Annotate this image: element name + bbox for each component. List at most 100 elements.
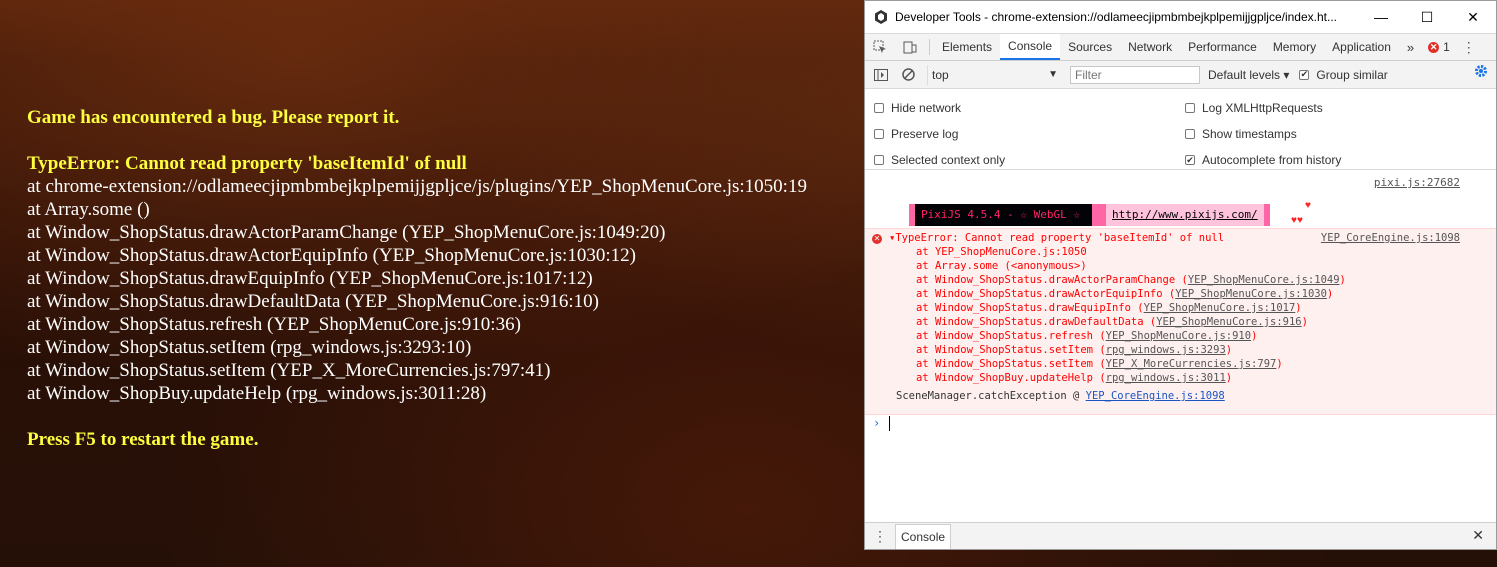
stack-frame: at Array.some (<anonymous>) [916,260,1087,272]
game-error-heading: Game has encountered a bug. Please repor… [27,107,400,128]
setting-hide-network[interactable]: Hide network [874,101,961,115]
error-title[interactable]: ▾TypeError: Cannot read property 'baseIt… [889,232,1224,244]
devtools-menu-icon[interactable]: ⋮ [1456,34,1482,60]
game-stack-line: at Window_ShopStatus.setItem (rpg_window… [27,337,472,358]
tab-elements[interactable]: Elements [934,34,1000,60]
console-input[interactable] [889,416,890,431]
pixi-url-link[interactable]: http://www.pixijs.com/ [1105,204,1264,226]
stack-frame-link[interactable]: YEP_ShopMenuCore.js:916 [1156,316,1301,328]
setting-selected-context[interactable]: Selected context only [874,153,1005,167]
devtools-window: Developer Tools - chrome-extension://odl… [864,0,1497,550]
stack-frame: at Window_ShopStatus.refresh (YEP_ShopMe… [916,330,1258,342]
stack-frame: at Window_ShopStatus.drawDefaultData (YE… [916,316,1308,328]
stack-frame: at YEP_ShopMenuCore.js:1050 [916,246,1087,258]
stack-frame: at Window_ShopStatus.drawEquipInfo (YEP_… [916,302,1302,314]
checkbox-icon[interactable] [874,129,884,139]
scene-manager-frame: SceneManager.catchException @ YEP_CoreEn… [896,390,1225,402]
checkbox-icon[interactable] [1185,129,1195,139]
console-output[interactable]: pixi.js:27682 PixiJS 4.5.4 - ☆ WebGL ☆ h… [865,170,1496,522]
group-similar-toggle[interactable]: ✔ Group similar [1299,67,1388,82]
game-restart-hint: Press F5 to restart the game. [27,429,259,450]
stack-frame-link[interactable]: YEP_X_MoreCurrencies.js:797 [1106,358,1277,370]
game-error-text: Game has encountered a bug. Please repor… [27,106,862,451]
setting-autocomplete[interactable]: ✔ Autocomplete from history [1185,153,1341,167]
stack-frame: at Window_ShopStatus.setItem (rpg_window… [916,344,1233,356]
devtools-window-title: Developer Tools - chrome-extension://odl… [895,10,1337,24]
tab-sources[interactable]: Sources [1060,34,1120,60]
game-stack-line: at Window_ShopStatus.drawDefaultData (YE… [27,291,599,312]
pixi-banner: PixiJS 4.5.4 - ☆ WebGL ☆ http://www.pixi… [909,204,1270,226]
maximize-button[interactable]: ☐ [1404,1,1450,33]
game-stack-line: at Window_ShopBuy.updateHelp (rpg_window… [27,383,487,404]
checkbox-icon[interactable] [1185,103,1195,113]
console-settings-panel: Hide network Preserve log Selected conte… [865,89,1496,170]
error-count: 1 [1443,40,1450,54]
clear-console-icon[interactable] [897,64,919,86]
show-sidebar-icon[interactable] [870,64,892,86]
tab-application[interactable]: Application [1324,34,1399,60]
game-stack-line: at Window_ShopStatus.setItem (YEP_X_More… [27,360,551,381]
game-stack-line: at Window_ShopStatus.drawEquipInfo (YEP_… [27,268,593,289]
pixi-label: PixiJS 4.5.4 - ☆ WebGL ☆ [915,204,1092,226]
error-count-badge[interactable]: ✕ 1 [1422,34,1456,60]
tab-console[interactable]: Console [1000,34,1061,60]
setting-label: Log XMLHttpRequests [1202,101,1323,115]
heart-icon: ♥ [1305,200,1311,211]
chevron-down-icon: ▼ [1048,69,1058,80]
checkbox-icon[interactable] [874,155,884,165]
stack-frame-link[interactable]: YEP_ShopMenuCore.js:1049 [1188,274,1340,286]
game-stack-line: at chrome-extension://odlameecjipmbmbejk… [27,176,807,197]
setting-show-timestamps[interactable]: Show timestamps [1185,127,1297,141]
stack-frame: at Window_ShopStatus.drawActorEquipInfo … [916,288,1334,300]
game-stack-line: at Window_ShopStatus.drawActorEquipInfo … [27,245,636,266]
drawer-menu-icon[interactable]: ⋮ [865,528,895,545]
tab-performance[interactable]: Performance [1180,34,1265,60]
stack-frame-link[interactable]: rpg_windows.js:3011 [1106,372,1226,384]
stack-frame: at Window_ShopBuy.updateHelp (rpg_window… [916,372,1233,384]
stack-frame-link[interactable]: rpg_windows.js:3293 [1106,344,1226,356]
game-error-title: TypeError: Cannot read property 'baseIte… [27,153,467,174]
inspect-element-icon[interactable] [865,34,895,60]
checkbox-checked-icon[interactable]: ✔ [1185,155,1195,165]
setting-log-xhr[interactable]: Log XMLHttpRequests [1185,101,1323,115]
tab-network[interactable]: Network [1120,34,1180,60]
gear-icon[interactable] [1474,64,1488,81]
stack-frame: at Window_ShopStatus.setItem (YEP_X_More… [916,358,1283,370]
console-toolbar: top ▼ Default levels ▾ ✔ Group similar [865,61,1496,89]
setting-label: Show timestamps [1202,127,1297,141]
drawer-bar: ⋮ Console ✕ [865,522,1496,549]
game-stack-line: at Array.some () [27,199,150,220]
pixi-source-link[interactable]: pixi.js:27682 [1374,176,1460,189]
close-drawer-icon[interactable]: ✕ [1472,527,1484,544]
drawer-tab-console[interactable]: Console [895,523,952,549]
console-prompt-icon: › [873,416,881,430]
error-icon: ✕ [1428,41,1440,53]
log-levels-dropdown[interactable]: Default levels ▾ [1208,68,1289,82]
device-toolbar-icon[interactable] [895,34,925,60]
stack-frame-link[interactable]: YEP_ShopMenuCore.js:1017 [1144,302,1296,314]
error-message[interactable]: ✕ ▾TypeError: Cannot read property 'base… [865,228,1496,415]
context-value: top [932,67,949,82]
close-window-button[interactable]: ✕ [1450,1,1496,33]
filter-input[interactable] [1070,65,1200,84]
stack-frame-link[interactable]: YEP_ShopMenuCore.js:910 [1106,330,1251,342]
checkbox-icon[interactable] [874,103,884,113]
setting-label: Autocomplete from history [1202,153,1342,167]
game-stack-line: at Window_ShopStatus.drawActorParamChang… [27,222,666,243]
setting-label: Hide network [891,101,962,115]
devtools-titlebar[interactable]: Developer Tools - chrome-extension://odl… [865,1,1496,33]
setting-preserve-log[interactable]: Preserve log [874,127,958,141]
game-stack-line: at Window_ShopStatus.refresh (YEP_ShopMe… [27,314,521,335]
context-select[interactable]: top ▼ [927,64,1062,85]
error-source-link[interactable]: YEP_CoreEngine.js:1098 [1321,232,1460,244]
stack-frame-link[interactable]: YEP_ShopMenuCore.js:1030 [1175,288,1327,300]
devtools-app-icon [875,10,887,24]
error-icon: ✕ [872,234,882,244]
setting-label: Selected context only [891,153,1006,167]
group-similar-label: Group similar [1316,67,1388,82]
scene-manager-link[interactable]: YEP_CoreEngine.js:1098 [1086,390,1225,402]
minimize-button[interactable]: — [1358,1,1404,33]
checkbox-checked-icon[interactable]: ✔ [1299,69,1310,80]
tab-memory[interactable]: Memory [1265,34,1324,60]
more-tabs-button[interactable]: » [1399,34,1422,60]
